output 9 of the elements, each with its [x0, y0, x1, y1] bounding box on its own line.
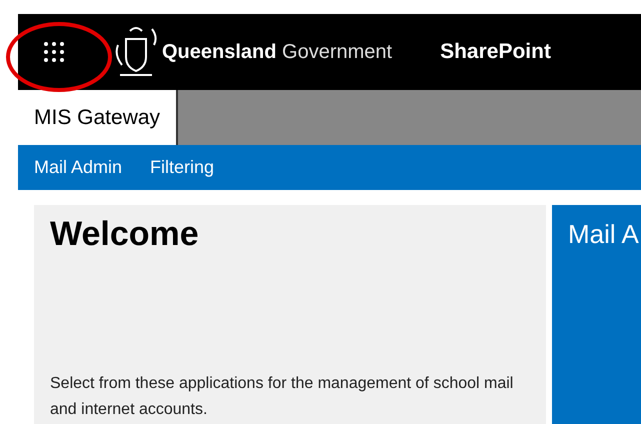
app-title[interactable]: SharePoint	[440, 36, 551, 68]
welcome-text: Select from these applications for the management of school mail and internet accounts.	[50, 374, 514, 420]
tile-title: Mail A	[568, 219, 639, 249]
brand-name: Queensland Government	[162, 40, 392, 65]
mail-tile[interactable]: Mail A	[552, 205, 641, 424]
welcome-title: Welcome	[50, 214, 200, 255]
nav-link[interactable]: Filtering	[150, 154, 214, 181]
nav-link[interactable]: Mail Admin	[34, 154, 122, 181]
app-launcher-icon[interactable]	[42, 40, 66, 64]
